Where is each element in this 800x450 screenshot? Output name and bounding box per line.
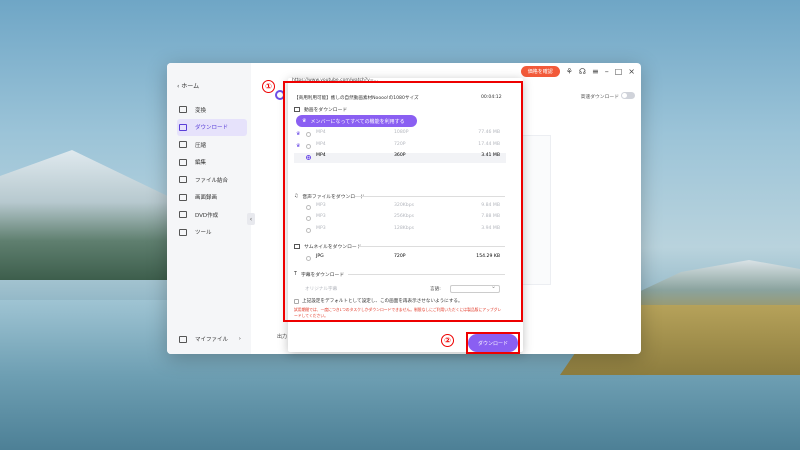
maximize-icon[interactable]: □ bbox=[615, 67, 623, 76]
sidebar-item-label: 編集 bbox=[195, 160, 207, 167]
chevron-right-icon: › bbox=[238, 336, 241, 342]
highlight-box-download bbox=[466, 332, 520, 354]
sidebar-item-label: 画面録画 bbox=[195, 195, 218, 202]
sidebar-item-merge[interactable]: ファイル結合 bbox=[177, 171, 247, 189]
step-badge-2: ② bbox=[441, 334, 454, 347]
highlight-box-options bbox=[283, 81, 523, 322]
sidebar-item-convert[interactable]: 変換 bbox=[177, 101, 247, 119]
sidebar-nav: 変換 ダウンロード 圧縮 編集 ファイル結合 画面録画 DVD作成 ツール bbox=[177, 101, 247, 241]
hq-download-toggle[interactable] bbox=[621, 92, 635, 99]
sidebar-item-label: DVD作成 bbox=[195, 212, 219, 219]
sidebar-item-compress[interactable]: 圧縮 bbox=[177, 136, 247, 154]
sidebar-item-edit[interactable]: 編集 bbox=[177, 154, 247, 172]
merge-icon bbox=[179, 176, 187, 184]
sidebar-item-dvd[interactable]: DVD作成 bbox=[177, 206, 247, 224]
sidebar-item-tools[interactable]: ツール bbox=[177, 224, 247, 242]
minimize-icon[interactable]: – bbox=[605, 67, 609, 76]
close-icon[interactable]: × bbox=[628, 67, 635, 76]
sidebar-item-label: ダウンロード bbox=[195, 125, 229, 132]
background-snow-hills bbox=[0, 150, 180, 280]
sidebar-item-label: 圧縮 bbox=[195, 142, 207, 149]
sidebar-item-label: ツール bbox=[195, 230, 212, 237]
sidebar-item-download[interactable]: ダウンロード bbox=[177, 118, 247, 136]
folder-icon bbox=[179, 335, 187, 343]
gift-icon[interactable]: ⚘ bbox=[566, 67, 573, 76]
sidebar-collapse-button[interactable]: ‹ bbox=[247, 213, 255, 225]
step-badge-1: ① bbox=[262, 80, 275, 93]
output-label: 出力 bbox=[277, 334, 288, 340]
menu-icon[interactable]: ≡ bbox=[592, 67, 599, 76]
headset-icon[interactable]: ☊ bbox=[579, 67, 586, 76]
compress-icon bbox=[179, 141, 187, 149]
convert-icon bbox=[179, 106, 187, 114]
tools-icon bbox=[179, 228, 187, 236]
download-icon bbox=[179, 123, 187, 131]
sidebar-item-label: 変換 bbox=[195, 107, 207, 114]
hq-download-label: 高速ダウンロード bbox=[580, 95, 619, 100]
title-bar-controls: 価格を確認 ⚘ ☊ ≡ – □ × bbox=[520, 66, 635, 77]
buy-button[interactable]: 価格を確認 bbox=[520, 66, 560, 77]
home-link[interactable]: ‹ ホーム bbox=[177, 81, 199, 90]
sidebar: ‹ ホーム 変換 ダウンロード 圧縮 編集 ファイル結合 画面録画 DVD作成 … bbox=[167, 63, 251, 354]
sidebar-item-record[interactable]: 画面録画 bbox=[177, 189, 247, 207]
record-icon bbox=[179, 193, 187, 201]
dvd-icon bbox=[179, 211, 187, 219]
my-files-button[interactable]: マイファイル › bbox=[175, 331, 245, 347]
sidebar-item-label: ファイル結合 bbox=[195, 177, 229, 184]
my-files-label: マイファイル bbox=[195, 337, 229, 343]
scissors-icon bbox=[179, 158, 187, 166]
